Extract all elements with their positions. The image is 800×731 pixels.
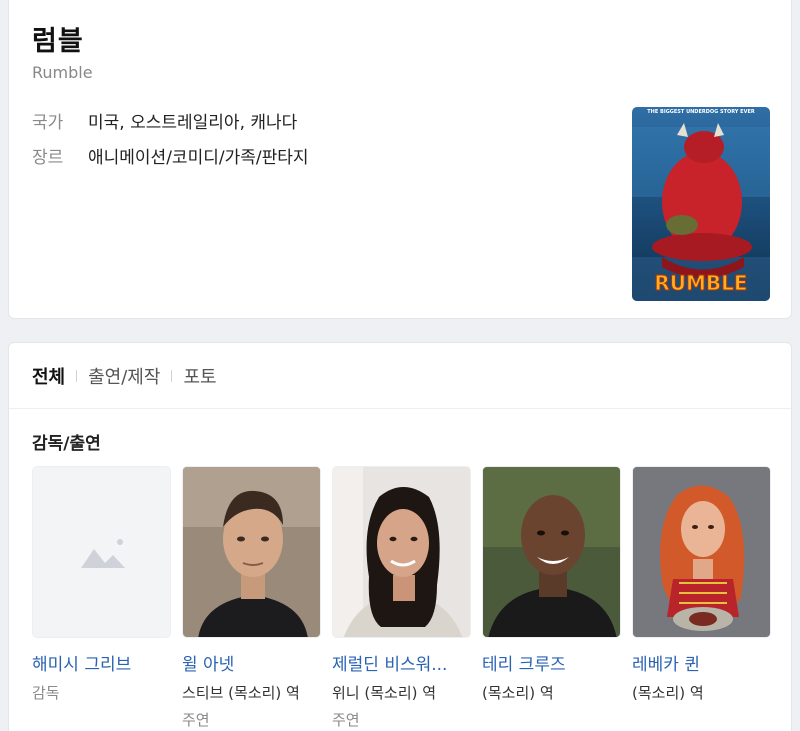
section-title: 감독/출연 bbox=[32, 434, 101, 454]
tab-all[interactable]: 전체 bbox=[32, 363, 65, 389]
tab-photo[interactable]: 포토 bbox=[183, 363, 216, 389]
country-label: 국가 bbox=[32, 113, 64, 133]
person-photo[interactable] bbox=[332, 466, 471, 638]
movie-title: 럼블 bbox=[32, 26, 84, 57]
person-type: 감독 bbox=[32, 684, 60, 702]
person-name[interactable]: 해미시 그리브 bbox=[32, 650, 171, 675]
tab-separator bbox=[171, 370, 173, 382]
person-type: 주연 bbox=[332, 711, 360, 729]
poster-logo: RUMBLE bbox=[654, 271, 747, 295]
portrait-image bbox=[633, 467, 770, 637]
poster-tagline: THE BIGGEST UNDERDOG STORY EVER bbox=[647, 109, 755, 115]
person-card[interactable]: 레베카 퀸 (목소리) 역 bbox=[632, 466, 771, 730]
portrait-image bbox=[483, 467, 620, 637]
person-card[interactable]: 제럴딘 비스워... 위니 (목소리) 역 주연 bbox=[332, 466, 471, 730]
country-row: 국가 미국, 오스트레일리아, 캐나다 bbox=[32, 108, 297, 133]
tab-bar: 전체 출연/제작 포토 bbox=[32, 363, 217, 389]
tab-separator bbox=[76, 370, 78, 382]
poster-image: THE BIGGEST UNDERDOG STORY EVER RUMBLE bbox=[632, 107, 770, 301]
genre-value: 애니메이션/코미디/가족/판타지 bbox=[88, 148, 309, 168]
portrait-image bbox=[333, 467, 470, 637]
person-card[interactable]: 테리 크루즈 (목소리) 역 bbox=[482, 466, 621, 730]
movie-original-title: Rumble bbox=[32, 63, 93, 82]
person-type: 주연 bbox=[182, 711, 210, 729]
person-role: (목소리) 역 bbox=[482, 684, 554, 702]
person-name[interactable]: 윌 아넷 bbox=[182, 650, 321, 675]
person-role: 스티브 (목소리) 역 bbox=[182, 684, 300, 702]
person-photo[interactable] bbox=[182, 466, 321, 638]
people-list: 해미시 그리브 감독 윌 아넷 스티브 (목소리) 역 주연 제럴딘 비스워..… bbox=[32, 466, 782, 730]
genre-row: 장르 애니메이션/코미디/가족/판타지 bbox=[32, 143, 309, 168]
country-value: 미국, 오스트레일리아, 캐나다 bbox=[88, 113, 298, 133]
portrait-image bbox=[183, 467, 320, 637]
divider bbox=[9, 408, 791, 409]
movie-info-card: 럼블 Rumble 국가 미국, 오스트레일리아, 캐나다 장르 애니메이션/코… bbox=[8, 0, 792, 319]
person-photo[interactable] bbox=[632, 466, 771, 638]
person-photo[interactable] bbox=[482, 466, 621, 638]
person-name[interactable]: 레베카 퀸 bbox=[632, 650, 771, 675]
person-name[interactable]: 테리 크루즈 bbox=[482, 650, 621, 675]
movie-poster[interactable]: THE BIGGEST UNDERDOG STORY EVER RUMBLE bbox=[632, 107, 770, 301]
tab-cast-crew[interactable]: 출연/제작 bbox=[88, 363, 160, 389]
image-placeholder-icon bbox=[33, 467, 170, 637]
person-card[interactable]: 해미시 그리브 감독 bbox=[32, 466, 171, 730]
genre-label: 장르 bbox=[32, 148, 64, 168]
cast-card: 전체 출연/제작 포토 감독/출연 해미시 그리브 감독 윌 아넷 스티브 (목… bbox=[8, 342, 792, 731]
person-role: (목소리) 역 bbox=[632, 684, 704, 702]
person-name[interactable]: 제럴딘 비스워... bbox=[332, 650, 471, 675]
person-role: 위니 (목소리) 역 bbox=[332, 684, 437, 702]
person-photo-placeholder[interactable] bbox=[32, 466, 171, 638]
person-card[interactable]: 윌 아넷 스티브 (목소리) 역 주연 bbox=[182, 466, 321, 730]
